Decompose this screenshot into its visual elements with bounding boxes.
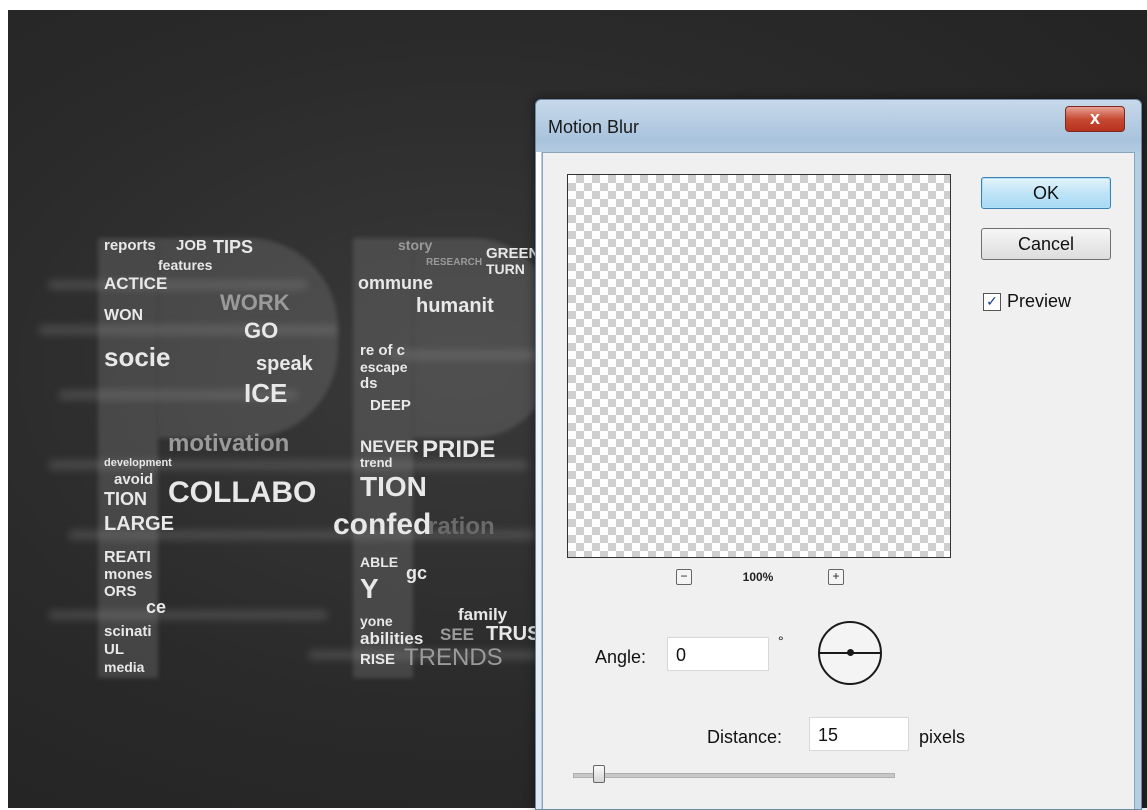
distance-input[interactable]: 15 [809,717,909,751]
typography-artwork: reports JOB TIPS features ACTICE WORK WO… [8,10,568,808]
artwork-word: ORS [104,583,137,600]
artwork-word: COLLABO [168,476,317,509]
motion-streak [38,325,338,335]
artwork-word: PRIDE [422,436,496,463]
zoom-level: 100% [742,570,774,584]
artwork-word: speak [256,353,313,375]
preview-area[interactable] [567,174,951,558]
distance-unit: pixels [919,727,966,747]
artwork-word: GREEN [486,245,540,262]
artwork-word: REATI [104,549,151,566]
distance-slider-thumb[interactable] [592,765,605,783]
artwork-word: ABLE [360,554,399,570]
artwork-word: yone [360,613,393,629]
artwork-word: ACTICE [104,274,168,293]
artwork-word: SEE [440,625,475,644]
close-icon: x [1089,108,1100,128]
zoom-in-button[interactable]: + [828,569,844,585]
distance-slider-track[interactable] [573,773,895,778]
artwork-word: ds [360,375,378,392]
motion-streak [388,350,558,360]
dialog-body: − 100% + OK Cancel ✓ Preview Angle: 0 ° … [542,152,1135,809]
artwork-word: mones [104,566,153,583]
minus-icon: − [680,569,688,583]
distance-label: Distance: [707,727,783,747]
artwork-word: TION [360,471,427,502]
artwork-word: UL [104,641,124,658]
motion-streak [48,610,328,620]
artwork-word: scinati [104,623,152,640]
cancel-button[interactable]: Cancel [981,228,1111,260]
preview-label: Preview [1007,291,1072,311]
artwork-word: TRENDS [404,644,503,671]
artwork-word: TION [104,489,147,509]
artwork-word: ration [428,513,495,540]
dialog-titlebar[interactable]: Motion Blur x [536,100,1141,152]
artwork-word: RISE [360,651,396,668]
artwork-word: confed [333,508,432,541]
angle-dial[interactable] [818,621,882,685]
preview-checkbox[interactable]: ✓ [983,292,1001,311]
artwork-word: NEVER [360,437,419,456]
dialog-title: Motion Blur [548,117,640,137]
artwork-word: avoid [114,471,154,488]
artwork-word: DEEP [370,397,411,414]
artwork-word: TRUS [486,623,541,645]
artwork-word: story [398,237,433,253]
artwork-word: features [158,257,213,273]
artwork-word: RESEARCH [426,257,483,268]
artwork-word: media [104,659,145,675]
artwork-word: WON [104,307,144,324]
artwork-word: humanit [416,295,494,317]
artwork-word: TIPS [213,237,254,257]
close-button[interactable]: x [1065,106,1125,132]
angle-hub [847,649,854,656]
artwork-word: WORK [220,290,290,315]
artwork-word: GO [244,318,279,343]
artwork-word: gc [406,563,428,583]
motion-streak [48,280,308,290]
artwork-word: socie [104,342,171,372]
preview-toggle[interactable]: ✓ Preview [983,291,1071,312]
artwork-word: development [104,457,172,469]
checkmark-icon: ✓ [986,292,998,309]
artwork-word: TURN [486,261,525,277]
ok-button[interactable]: OK [981,177,1111,209]
motion-blur-dialog: Motion Blur x − 100% + OK Cancel ✓ Previ… [535,99,1142,810]
letter-r-bowl-shape [413,238,553,438]
artwork-word: re of c [360,342,406,359]
plus-icon: + [832,569,840,583]
artwork-word: motivation [168,430,290,457]
zoom-out-button[interactable]: − [676,569,692,585]
artwork-word: escape [360,359,408,375]
artwork-word: reports [104,237,156,254]
angle-label: Angle: [595,647,647,667]
dialog-left-edge [536,152,541,809]
degree-symbol: ° [778,633,784,649]
angle-input[interactable]: 0 [667,637,769,671]
artwork-word: JOB [176,237,207,254]
artwork-word: ICE [244,378,288,408]
artwork-word: ce [146,597,167,617]
artwork-word: ommune [358,273,434,293]
artwork-word: Y [360,573,379,604]
artwork-word: trend [360,455,393,470]
artwork-word: LARGE [104,513,174,535]
artwork-word: family [458,605,508,624]
